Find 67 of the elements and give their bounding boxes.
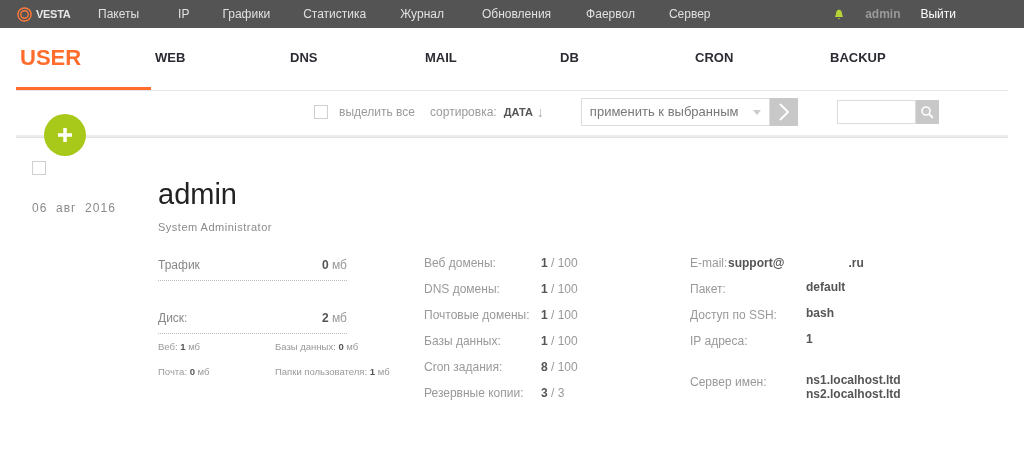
logo-text: VESTA	[36, 6, 71, 22]
section-tab[interactable]: WEB	[151, 28, 286, 90]
limit-value: 1 / 100	[541, 254, 578, 272]
search-button[interactable]	[915, 100, 939, 124]
logout-link[interactable]: Выйти	[920, 5, 956, 23]
info-label: Сервер имен:	[690, 373, 768, 391]
email-domain: .ru	[848, 254, 864, 272]
section-tab[interactable]: DB	[556, 28, 691, 90]
info-value: ns2.localhost.ltd	[806, 386, 901, 401]
apply-button[interactable]	[769, 98, 798, 126]
disk-usage-detail: Базы данных: 0 мб	[275, 339, 360, 354]
traffic-value: 0 мб	[322, 256, 347, 274]
limit-label: Cron задания:	[424, 358, 504, 376]
info-label: IP адреса:	[690, 332, 749, 350]
info-value: bash	[806, 305, 834, 320]
info-label: Пакет:	[690, 280, 727, 298]
disk-usage-detail: Почта: 0 мб	[158, 364, 211, 379]
nav-link[interactable]: Сервер	[668, 5, 711, 23]
limit-label: Почтовые домены:	[424, 306, 531, 324]
sort-label: сортировка:	[430, 104, 497, 121]
info-label: E-mail:	[690, 254, 728, 272]
plus-icon	[57, 127, 73, 143]
sort-button[interactable]: ДАТА ↓	[503, 101, 544, 123]
nav-link[interactable]: Обновления	[481, 5, 552, 23]
search-field[interactable]	[836, 100, 916, 124]
select-all-checkbox[interactable]	[314, 105, 328, 119]
limit-label: Базы данных:	[424, 332, 502, 350]
disk-usage-detail: Папки пользователя: 1 мб	[275, 364, 391, 379]
limit-value: 3 / 3	[541, 384, 565, 402]
limit-value: 1 / 100	[541, 280, 578, 298]
add-user-button[interactable]	[44, 114, 86, 156]
logo-icon	[17, 6, 32, 22]
chevron-right-icon	[778, 103, 789, 121]
nav-link[interactable]: Журнал	[400, 5, 444, 23]
section-tab[interactable]: BACKUP	[826, 28, 961, 90]
creation-date: 06 авг 2016	[32, 200, 117, 217]
limit-value: 1 / 100	[541, 332, 578, 350]
info-value: default	[806, 279, 846, 294]
email-user: support@	[728, 254, 785, 272]
limit-value: 1 / 100	[541, 306, 578, 324]
dropdown-caret-icon	[752, 109, 761, 115]
traffic-label: Трафик	[158, 256, 200, 274]
info-value: ns1.localhost.ltd	[806, 372, 901, 387]
limit-label: DNS домены:	[424, 280, 501, 298]
limit-label: Резервные копии:	[424, 384, 525, 402]
bulk-action-select[interactable]: применить к выбранным	[580, 98, 770, 126]
user-role: System Administrator	[158, 220, 273, 235]
select-all-label: выделить все	[339, 104, 415, 121]
disk-label: Диск:	[158, 309, 188, 327]
info-label: Доступ по SSH:	[690, 306, 778, 324]
disk-usage-detail: Веб: 1 мб	[158, 339, 202, 354]
section-tab[interactable]: DNS	[286, 28, 421, 90]
bell-icon[interactable]	[834, 8, 845, 20]
nav-link[interactable]: Статистика	[303, 5, 367, 23]
nav-link[interactable]: Графики	[222, 5, 271, 23]
limit-value: 8 / 100	[541, 358, 578, 376]
user-name: admin	[158, 177, 238, 211]
info-value: 1	[806, 331, 813, 346]
nav-link[interactable]: Пакеты	[98, 5, 140, 23]
section-tab[interactable]: CRON	[691, 28, 826, 90]
row-checkbox[interactable]	[32, 161, 46, 175]
nav-link[interactable]: IP	[178, 5, 190, 23]
nav-link[interactable]: Фаервол	[586, 5, 635, 23]
section-tab[interactable]: MAIL	[421, 28, 556, 90]
search-icon	[920, 105, 934, 119]
limit-label: Веб домены:	[424, 254, 497, 272]
disk-value: 2 мб	[322, 309, 347, 327]
